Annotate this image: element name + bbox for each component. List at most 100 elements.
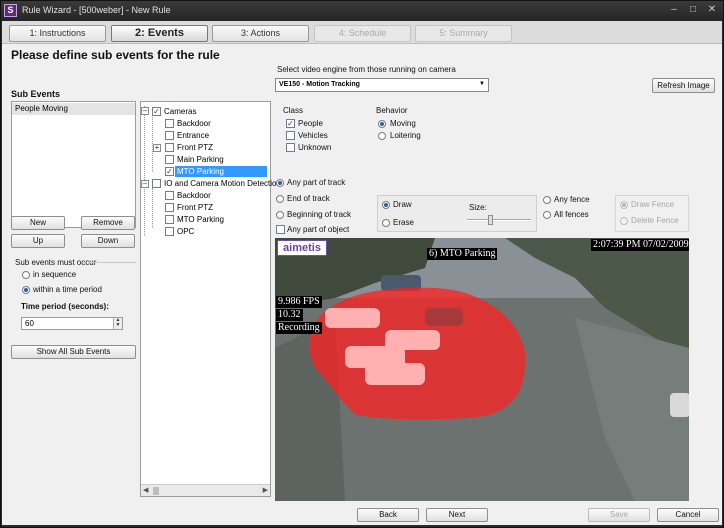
backdoor-checkbox[interactable] (165, 119, 174, 128)
wizard-content: 1: Instructions 2: Events 3: Actions 4: … (2, 21, 722, 525)
draw-fence-label: Draw Fence (631, 200, 675, 209)
tree-node-entrance[interactable]: Entrance (177, 130, 209, 142)
moving-radio[interactable] (378, 120, 386, 128)
beginning-of-track-radio[interactable] (276, 211, 284, 219)
size-label: Size: (469, 203, 487, 212)
any-part-of-object-label: Any part of object (287, 225, 350, 234)
camera-tree[interactable]: – ✓ Cameras Backdoor Entrance + Front PT… (140, 101, 281, 497)
selected-node-label: MTO Parking (175, 166, 267, 177)
tree-node-backdoor[interactable]: Backdoor (177, 118, 211, 130)
tree-node-main-parking[interactable]: Main Parking (177, 154, 224, 166)
tree-node-io-opc[interactable]: OPC (177, 226, 194, 238)
in-sequence-radio[interactable] (22, 271, 30, 279)
front-ptz-checkbox[interactable] (165, 143, 174, 152)
within-time-period-radio[interactable] (22, 286, 30, 294)
people-checkbox[interactable]: ✓ (286, 119, 295, 128)
all-fences-radio[interactable] (543, 211, 551, 219)
remove-button[interactable]: Remove (81, 216, 135, 230)
refresh-image-button[interactable]: Refresh Image (652, 78, 715, 93)
expand-icon[interactable]: + (153, 144, 161, 152)
parked-car (670, 393, 689, 417)
step-instructions[interactable]: 1: Instructions (9, 25, 106, 42)
step-schedule: 4: Schedule (314, 25, 411, 42)
camera-video-view[interactable]: aimetis 6) MTO Parking 2:07:39 PM 07/02/… (275, 238, 689, 501)
tree-node-cameras[interactable]: Cameras (164, 106, 196, 118)
tree-line (152, 112, 153, 172)
tree-node-mto-parking[interactable]: MTO Parking (175, 166, 267, 178)
tree-node-io-front-ptz[interactable]: Front PTZ (177, 202, 213, 214)
delete-fence-label: Delete Fence (631, 216, 679, 225)
in-sequence-label: in sequence (33, 270, 77, 279)
step-summary: 5: Summary (415, 25, 512, 42)
size-slider[interactable] (467, 215, 531, 225)
list-item[interactable]: People Moving (12, 103, 135, 115)
io-backdoor-checkbox[interactable] (165, 191, 174, 200)
loitering-label: Loitering (390, 131, 421, 140)
step-events[interactable]: 2: Events (111, 25, 208, 42)
vehicles-label: Vehicles (298, 131, 328, 140)
slider-track (467, 219, 531, 221)
horizontal-scrollbar[interactable]: ◀ ▶ (141, 484, 270, 496)
page-title: Please define sub events for the rule (11, 48, 220, 62)
main-parking-checkbox[interactable] (165, 155, 174, 164)
scroll-right-icon[interactable]: ▶ (263, 486, 268, 494)
unknown-checkbox[interactable] (286, 143, 295, 152)
masked-car (425, 308, 463, 326)
up-button[interactable]: Up (11, 234, 65, 248)
slider-thumb[interactable] (488, 215, 493, 225)
collapse-icon[interactable]: – (141, 180, 149, 188)
sub-events-title: Sub Events (11, 89, 61, 99)
any-fence-label: Any fence (554, 195, 590, 204)
io-front-ptz-checkbox[interactable] (165, 203, 174, 212)
io-mto-parking-checkbox[interactable] (165, 215, 174, 224)
mto-parking-checkbox[interactable]: ✓ (165, 167, 174, 176)
back-button[interactable]: Back (357, 508, 419, 522)
engine-label: Select video engine from those running o… (277, 65, 456, 74)
erase-radio[interactable] (382, 219, 390, 227)
any-part-of-track-radio[interactable] (276, 179, 284, 187)
title-bar: S Rule Wizard - [500weber] - New Rule – … (1, 1, 723, 21)
minimize-icon[interactable]: – (667, 4, 681, 17)
spinner-icon[interactable]: ▲ ▼ (113, 318, 122, 329)
show-all-sub-events-button[interactable]: Show All Sub Events (11, 345, 136, 359)
io-checkbox[interactable] (152, 179, 161, 188)
vehicles-checkbox[interactable] (286, 131, 295, 140)
tree-node-io[interactable]: IO and Camera Motion Detection (164, 178, 281, 190)
scroll-left-icon[interactable]: ◀ (143, 486, 148, 494)
any-fence-radio[interactable] (543, 196, 551, 204)
footer-bar: Back Next Save Cancel (2, 505, 722, 525)
chevron-down-icon[interactable]: ▼ (479, 81, 485, 87)
window-title: Rule Wizard - [500weber] - New Rule (22, 5, 171, 15)
draw-radio[interactable] (382, 201, 390, 209)
delete-fence-radio (620, 217, 628, 225)
maximize-icon[interactable]: □ (686, 4, 700, 17)
tree-node-io-backdoor[interactable]: Backdoor (177, 190, 211, 202)
loitering-radio[interactable] (378, 132, 386, 140)
masked-car (325, 308, 380, 328)
tree-node-front-ptz[interactable]: Front PTZ (177, 142, 213, 154)
sub-events-list[interactable]: People Moving (11, 101, 136, 228)
cameras-checkbox[interactable]: ✓ (152, 107, 161, 116)
engine-select[interactable]: VE150 - Motion Tracking ▼ (275, 78, 489, 92)
end-of-track-radio[interactable] (276, 195, 284, 203)
entrance-checkbox[interactable] (165, 131, 174, 140)
scroll-thumb[interactable] (153, 487, 159, 495)
moving-label: Moving (390, 119, 416, 128)
new-button[interactable]: New (11, 216, 65, 230)
cancel-button[interactable]: Cancel (657, 508, 719, 522)
down-button[interactable]: Down (81, 234, 135, 248)
rule-wizard-window: S Rule Wizard - [500weber] - New Rule – … (0, 0, 724, 528)
unknown-label: Unknown (298, 143, 332, 152)
detection-mask[interactable] (309, 287, 526, 420)
beginning-of-track-label: Beginning of track (287, 210, 352, 219)
io-opc-checkbox[interactable] (165, 227, 174, 236)
must-occur-label: Sub events must occur (15, 258, 97, 267)
time-period-input[interactable]: 60 ▲ ▼ (21, 317, 123, 330)
any-part-of-object-checkbox[interactable] (276, 225, 285, 234)
next-button[interactable]: Next (426, 508, 488, 522)
close-icon[interactable]: ✕ (705, 4, 719, 17)
step-actions[interactable]: 3: Actions (212, 25, 309, 42)
masked-car (365, 363, 425, 385)
collapse-icon[interactable]: – (141, 107, 149, 115)
tree-node-io-mto-parking[interactable]: MTO Parking (177, 214, 224, 226)
